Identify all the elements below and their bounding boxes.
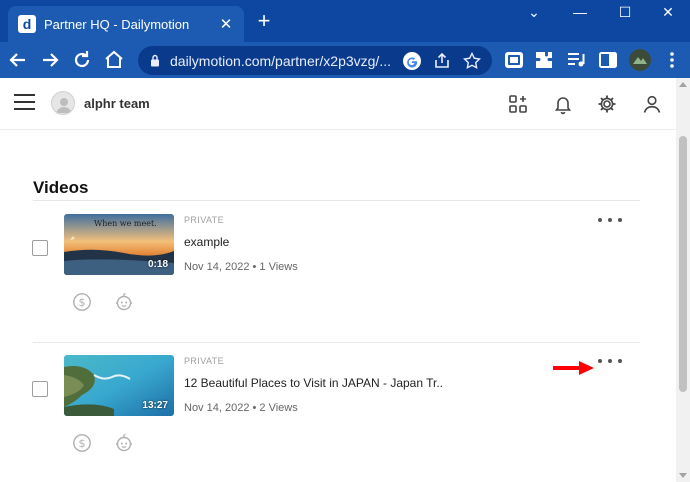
dailymotion-favicon-icon: d [18,15,36,33]
minimize-button[interactable]: — [568,4,592,24]
apps-grid-add-icon[interactable] [507,93,529,115]
page-title: Videos [33,178,89,197]
bookmark-star-icon[interactable] [462,51,482,71]
video-duration: 0:18 [147,259,168,270]
divider [33,200,640,201]
share-icon[interactable] [432,51,452,71]
more-options-icon[interactable] [598,355,622,367]
tab-close-icon[interactable]: ✕ [218,15,234,33]
profile-avatar-icon[interactable] [628,48,652,72]
privacy-label: PRIVATE [184,356,224,366]
url-text: dailymotion.com/partner/x2p3vzg/... [170,53,391,69]
page-scrollbar[interactable] [676,78,690,482]
browser-tab-strip: d Partner HQ - Dailymotion ✕ + ⌄ — ☐ ✕ [0,0,690,42]
tab-search-chevron-icon[interactable]: ⌄ [522,4,546,24]
app-header: alphr team [0,78,676,130]
video-thumbnail[interactable]: When we meet. 0:18 [64,214,174,275]
thumbnail-caption: When we meet. [94,219,157,228]
team-name[interactable]: alphr team [84,96,150,111]
video-meta: Nov 14, 2022 • 2 Views [184,402,298,414]
main-content: Videos When we meet. 0:18 PRIVATE exampl… [0,130,676,482]
kids-content-icon[interactable] [114,433,134,453]
scrollbar-thumb[interactable] [679,136,687,392]
user-avatar-icon [56,98,72,113]
video-select-checkbox[interactable] [32,240,48,256]
back-arrow-icon[interactable] [6,48,30,72]
video-row: 13:27 PRIVATE 12 Beautiful Places to Vis… [0,347,676,482]
extensions-puzzle-icon[interactable] [532,48,556,72]
video-title[interactable]: example [184,235,229,249]
browser-menu-icon[interactable] [660,48,684,72]
page-viewport: alphr team Videos When we meet. 0:18 PRI… [0,78,676,482]
google-icon[interactable] [402,51,422,71]
address-bar[interactable]: dailymotion.com/partner/x2p3vzg/... [138,46,492,75]
forward-arrow-icon[interactable] [38,48,62,72]
svg-text:$: $ [79,296,86,309]
browser-tab[interactable]: d Partner HQ - Dailymotion ✕ [8,6,244,42]
notifications-bell-icon[interactable] [552,93,574,115]
lock-icon[interactable] [150,54,160,67]
privacy-label: PRIVATE [184,215,224,225]
scroll-up-arrow-icon[interactable] [679,82,687,87]
media-playlist-icon[interactable] [564,48,588,72]
team-avatar[interactable] [51,91,75,115]
extension-screen-icon[interactable] [502,48,526,72]
hamburger-menu-icon[interactable] [14,94,35,114]
tab-title: Partner HQ - Dailymotion [44,16,190,32]
video-row: When we meet. 0:18 PRIVATE example Nov 1… [0,206,676,346]
divider [33,342,640,343]
settings-gear-icon[interactable] [596,93,618,115]
new-tab-button[interactable]: + [252,10,276,34]
video-duration: 13:27 [142,400,168,411]
home-icon[interactable] [102,48,126,72]
more-options-icon[interactable] [598,214,622,226]
red-annotation-arrow-icon [553,361,594,375]
video-title[interactable]: 12 Beautiful Places to Visit in JAPAN - … [184,376,443,390]
video-meta: Nov 14, 2022 • 1 Views [184,261,298,273]
video-thumbnail[interactable]: 13:27 [64,355,174,416]
close-window-button[interactable]: ✕ [656,4,680,24]
kids-content-icon[interactable] [114,292,134,312]
monetization-dollar-icon[interactable]: $ [72,433,92,453]
monetization-dollar-icon[interactable]: $ [72,292,92,312]
maximize-button[interactable]: ☐ [613,4,637,24]
svg-text:$: $ [79,437,86,450]
scroll-down-arrow-icon[interactable] [679,473,687,478]
reload-icon[interactable] [70,48,94,72]
browser-toolbar: dailymotion.com/partner/x2p3vzg/... [0,42,690,78]
side-panel-icon[interactable] [596,48,620,72]
video-select-checkbox[interactable] [32,381,48,397]
account-user-icon[interactable] [641,93,663,115]
